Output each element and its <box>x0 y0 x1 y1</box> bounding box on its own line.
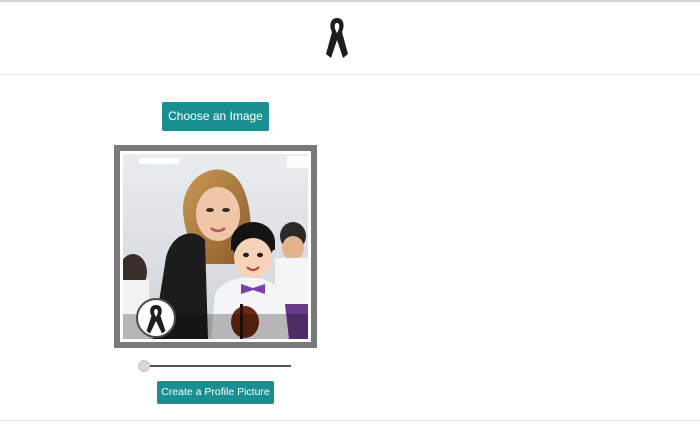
zoom-slider-track[interactable] <box>144 365 291 367</box>
zoom-slider-thumb[interactable] <box>138 360 150 372</box>
photo-preview-mat <box>120 151 311 342</box>
create-profile-picture-button[interactable]: Create a Profile Picture <box>157 381 274 404</box>
black-ribbon-icon <box>325 16 349 60</box>
bottom-divider <box>0 420 700 421</box>
page-header <box>0 2 700 75</box>
choose-image-button[interactable]: Choose an Image <box>162 102 269 131</box>
photo-preview-frame <box>114 145 317 348</box>
zoom-slider[interactable] <box>138 359 293 373</box>
black-ribbon-badge-icon <box>136 298 176 338</box>
